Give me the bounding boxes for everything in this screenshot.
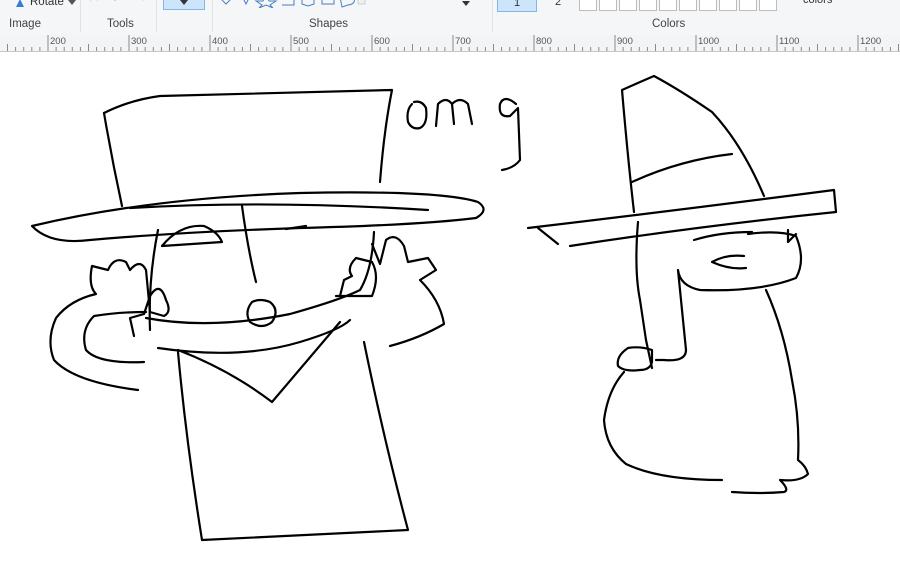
chevron-down-icon [180, 0, 188, 5]
ruler-tick-label: 200 [50, 36, 66, 47]
color-swatch[interactable] [719, 0, 737, 11]
witch-eye [692, 230, 754, 242]
witch-hat-band [630, 152, 734, 184]
mouth [246, 298, 277, 328]
chevron-down-icon [68, 0, 76, 5]
rotate-icon [16, 0, 24, 7]
letter-g [498, 97, 522, 172]
hat-brim [30, 191, 485, 243]
rotate-label: Rotate [30, 0, 64, 8]
rotate-button[interactable]: Rotate [14, 0, 76, 9]
group-separator [492, 0, 493, 32]
witch-brim [526, 188, 838, 248]
left-hand-inner [83, 310, 148, 364]
body [176, 340, 410, 542]
color-2-button[interactable]: 2 [547, 0, 569, 12]
hat-band [128, 203, 430, 212]
group-separator [212, 0, 213, 32]
color-swatch[interactable] [619, 0, 637, 11]
color-swatch[interactable] [739, 0, 757, 11]
right-hand [334, 236, 446, 348]
ruler-tick-label: 500 [293, 36, 309, 47]
color-swatch[interactable] [659, 0, 677, 11]
handwritten-omg [406, 97, 522, 172]
color-swatch[interactable] [679, 0, 697, 11]
horizontal-ruler: 200 300 400 500 600 700 800 900 1000 1100 1200 [0, 35, 900, 52]
ribbon: Rotate Image Tools Shapes 1 2 Colors col… [0, 0, 900, 36]
ruler-tick-label: 300 [131, 36, 147, 47]
ruler-tick-label: 400 [212, 36, 228, 47]
witch-brim-tip [536, 226, 560, 246]
ruler-tick-label: 600 [374, 36, 390, 47]
ruler-tick-label: 700 [455, 36, 471, 47]
color-swatch[interactable] [579, 0, 597, 11]
eye-left [160, 224, 224, 248]
color-swatch[interactable] [699, 0, 717, 11]
edit-colors-button[interactable]: colors [803, 0, 832, 6]
color-swatch[interactable] [639, 0, 657, 11]
witch-lower [602, 370, 724, 482]
ruler-tick-label: 1200 [860, 36, 882, 47]
letter-m [434, 98, 474, 128]
ruler-tick-label: 1000 [698, 36, 720, 47]
group-separator [80, 0, 81, 32]
witch-hat [620, 74, 766, 214]
outline-dropdown-icon[interactable] [460, 0, 472, 8]
letter-o [406, 100, 428, 130]
tools-icons[interactable] [88, 0, 152, 6]
hat-crown [102, 88, 394, 184]
group-label-image: Image [9, 18, 41, 30]
drawing-canvas[interactable] [0, 52, 900, 565]
ruler-tick-label: 800 [536, 36, 552, 47]
witch-body [730, 288, 810, 495]
color-swatch[interactable] [759, 0, 777, 11]
ruler-tick-label: 900 [617, 36, 633, 47]
sketch-drawing [30, 74, 838, 542]
group-label-shapes: Shapes [309, 18, 349, 30]
group-label-colors: Colors [652, 18, 686, 30]
color-swatch[interactable] [599, 0, 617, 11]
top-hat-character [30, 88, 485, 542]
ruler-tick-label: 1100 [779, 36, 800, 47]
group-separator [156, 0, 157, 32]
witch-character [526, 74, 838, 495]
witch-cheek [786, 228, 798, 244]
witch-mouth [710, 254, 748, 270]
witch-hand [616, 346, 654, 372]
hat-crown-left-side [102, 111, 124, 208]
witch-nose [654, 231, 803, 362]
color-1-button[interactable]: 1 [497, 0, 537, 12]
collar-v [176, 320, 342, 404]
face-line [240, 204, 258, 284]
brushes-dropdown[interactable] [163, 0, 205, 10]
color-palette [579, 0, 777, 11]
shapes-gallery[interactable] [216, 0, 366, 8]
witch-hair [635, 220, 654, 370]
group-label-tools: Tools [107, 18, 134, 30]
